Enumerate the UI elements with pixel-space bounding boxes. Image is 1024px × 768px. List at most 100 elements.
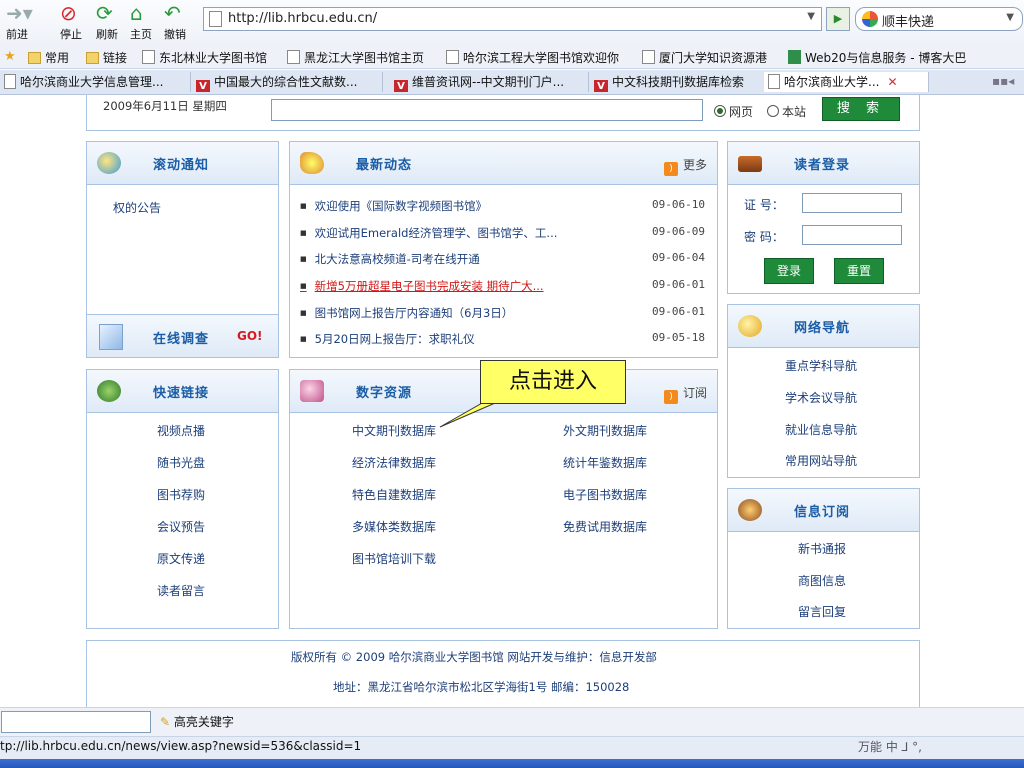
fav-folder-common[interactable]: 常用 [28,49,69,66]
db-link[interactable]: 免费试用数据库 [563,518,647,535]
scroll-notice-title: 滚动通知 [153,158,210,173]
play-icon: ▶ [833,12,843,25]
refresh-icon: ⟳ [96,1,113,25]
tab-hrbcu-active[interactable]: 哈尔滨商业大学... ✕ [764,72,929,92]
favorites-bar: ★ 常用 链接 东北林业大学图书馆 黑龙江大学图书馆主页 哈尔滨工程大学图书馆欢… [0,46,1024,69]
page-icon [142,50,155,64]
search-engine-box[interactable]: 顺丰快递 ▼ [855,7,1023,31]
fav-link-web20[interactable]: Web20与信息服务 - 博客大巴 [788,49,966,66]
ime-toolbar[interactable]: 万能 中 ⅃ °, [858,738,1024,756]
scroll-notice-header: 滚动通知 [87,142,278,185]
news-date: 09-05-18 [652,331,705,344]
news-item[interactable]: 5月20日网上报告厅：求职礼仪 [300,331,475,347]
undo-label: 撤销 [164,28,186,41]
radio-checked-icon [714,105,726,117]
tab-label: 维普资讯网--中文期刊门户... [412,75,565,89]
go-button[interactable]: ▶ [826,7,850,31]
quick-link[interactable]: 图书荐购 [157,486,205,503]
survey-go-button[interactable]: GO! [237,329,263,343]
nav-link[interactable]: 就业信息导航 [785,421,857,438]
page-icon [446,50,459,64]
latest-news-header: 最新动态 ) 更多 [290,142,717,185]
favorites-star-icon[interactable]: ★ [4,49,20,64]
quick-link[interactable]: 视频点播 [157,422,205,439]
fav-label: 厦门大学知识资源港 [659,51,768,65]
news-date: 09-06-09 [652,225,705,238]
latest-news-title: 最新动态 [356,158,413,173]
fav-link-nefu[interactable]: 东北林业大学图书馆 [142,49,267,66]
globe-icon [4,74,16,89]
news-item[interactable]: 欢迎使用《国际数字视频图书馆》 [300,198,488,214]
undo-button[interactable]: ↶ 撤销 [164,2,186,42]
site-search-input[interactable] [271,99,703,121]
news-item[interactable]: 欢迎试用Emerald经济管理学、图书馆学、工... [300,225,558,241]
login-button[interactable]: 登录 [764,258,814,284]
subscribe-link[interactable]: ) 订阅 [663,384,707,404]
fav-label: 哈尔滨工程大学图书馆欢迎你 [463,51,620,65]
fav-folder-links[interactable]: 链接 [86,49,127,66]
highlight-keywords-button[interactable]: ✎ 高亮关键字 [160,713,234,730]
db-link[interactable]: 图书馆培训下载 [352,550,436,567]
password-input[interactable] [802,225,902,245]
tab-vip[interactable]: V 维普资讯网--中文期刊门户... [390,72,589,92]
tab-cnki[interactable]: V 中国最大的综合性文献数... [192,72,383,92]
network-nav-box: 网络导航 重点学科导航 学术会议导航 就业信息导航 常用网站导航 [727,304,920,478]
find-input[interactable] [1,711,151,733]
news-item[interactable]: 北大法意高校频道-司考在线开通 [300,251,480,267]
news-date: 09-06-04 [652,251,705,264]
chevron-down-icon[interactable]: ▼ [1006,12,1014,23]
fav-link-hrbeu[interactable]: 哈尔滨工程大学图书馆欢迎你 [446,49,619,66]
db-link[interactable]: 经济法律数据库 [352,454,436,471]
forward-button[interactable]: ➜▾ 前进 [6,2,33,42]
db-link[interactable]: 多媒体类数据库 [352,518,436,535]
close-icon[interactable]: ✕ [887,75,897,89]
news-item[interactable]: 图书馆网上报告厅内容通知（6月3日） [300,305,514,321]
card-number-input[interactable] [802,193,902,213]
news-more-link[interactable]: ) 更多 [663,156,707,176]
chevron-down-icon[interactable]: ▼ [807,11,815,22]
fav-link-xmu[interactable]: 厦门大学知识资源港 [642,49,767,66]
scroll-notice-text[interactable]: 权的公告 [113,199,161,216]
search-button[interactable]: 搜 索 [822,97,900,121]
card-number-label: 证 号： [744,198,784,212]
refresh-button[interactable]: ⟳ 刷新 [96,2,118,42]
nav-link[interactable]: 学术会议导航 [785,389,857,406]
fav-label: 链接 [103,51,128,65]
subscription-link[interactable]: 商图信息 [798,572,846,589]
info-subscription-box: 信息订阅 新书通报 商图信息 留言回复 [727,488,920,629]
footer-address: 地址：黑龙江省哈尔滨市松北区学海街1号 邮编：150028 [333,680,630,694]
tab-hrbcu-info[interactable]: 哈尔滨商业大学信息管理... [0,72,191,92]
books-icon [738,156,762,172]
subscription-link[interactable]: 留言回复 [798,603,846,620]
quick-link[interactable]: 随书光盘 [157,454,205,471]
stop-button[interactable]: ⊘ 停止 [60,2,82,42]
status-url: tp://lib.hrbcu.edu.cn/news/view.asp?news… [0,739,362,753]
tab-bar: 哈尔滨商业大学信息管理... V 中国最大的综合性文献数... V 维普资讯网--中… [0,70,1024,95]
news-item-highlighted[interactable]: 新增5万册超星电子图书完成安装 期待广大... [300,278,544,294]
db-link-chinese-journals[interactable]: 中文期刊数据库 [352,422,436,439]
tab-cstj[interactable]: V 中文科技期刊数据库检索 [590,72,765,92]
fav-link-hlju[interactable]: 黑龙江大学图书馆主页 [287,49,424,66]
survey-title: 在线调查 [153,332,210,347]
db-link[interactable]: 外文期刊数据库 [563,422,647,439]
db-link[interactable]: 电子图书数据库 [563,486,647,503]
subscription-link[interactable]: 新书通报 [798,540,846,557]
news-date: 09-06-01 [652,278,705,291]
reader-login-header: 读者登录 [728,142,919,185]
quick-link[interactable]: 原文传递 [157,550,205,567]
address-url[interactable]: http://lib.hrbcu.edu.cn/ [228,11,377,26]
tab-label: 哈尔滨商业大学... [784,75,880,89]
nav-link[interactable]: 常用网站导航 [785,452,857,469]
db-link[interactable]: 特色自建数据库 [352,486,436,503]
nav-link[interactable]: 重点学科导航 [785,357,857,374]
home-button[interactable]: ⌂ 主页 [130,2,152,42]
reset-button[interactable]: 重置 [834,258,884,284]
tab-list-icon[interactable]: ▪▪◂ [992,74,1014,88]
quick-link[interactable]: 会议预告 [157,518,205,535]
rss-icon: ) [663,390,678,404]
db-link[interactable]: 统计年鉴数据库 [563,454,647,471]
radio-site[interactable]: 本站 [767,103,806,120]
quick-link[interactable]: 读者留言 [157,582,205,599]
radio-web[interactable]: 网页 [714,103,753,120]
address-bar[interactable]: http://lib.hrbcu.edu.cn/ ▼ [203,7,822,31]
